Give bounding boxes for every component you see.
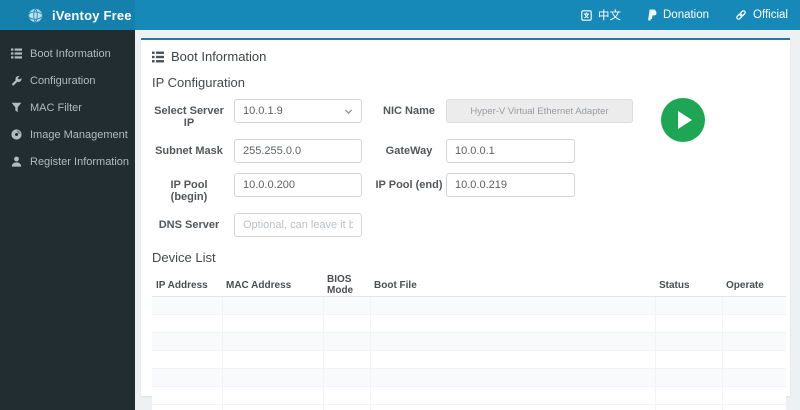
boot-information-card: Boot Information IP Configuration Select… (141, 38, 790, 410)
device-list-title: Device List (152, 250, 216, 265)
sidebar-item-boot-information[interactable]: Boot Information (0, 40, 135, 67)
subnet-mask-label: Subnet Mask (155, 145, 223, 157)
table-row (152, 404, 787, 410)
translate-icon (581, 9, 592, 21)
paypal-icon (648, 9, 657, 21)
ip-pool-end-label: IP Pool (end) (375, 179, 443, 191)
sidebar-label: Image Management (30, 128, 128, 141)
start-button[interactable] (661, 98, 705, 142)
page-title-row: Boot Information (152, 49, 782, 64)
sidebar-label: Configuration (30, 74, 96, 87)
sidebar-label: Boot Information (30, 47, 111, 60)
ip-pool-begin-field[interactable] (234, 173, 362, 197)
ip-pool-end-field[interactable] (446, 173, 575, 197)
gateway-field[interactable] (446, 139, 575, 163)
col-mac-address: MAC Address (222, 274, 323, 297)
filter-icon (10, 101, 23, 114)
brand-title: iVentoy Free (52, 7, 132, 23)
form-row-dns: DNS Server (152, 213, 782, 237)
dns-server-label: DNS Server (158, 219, 220, 231)
sidebar-item-register-information[interactable]: Register Information (0, 148, 135, 175)
official-link[interactable]: Official (735, 9, 788, 21)
table-row (152, 296, 786, 315)
subnet-mask-field[interactable] (234, 139, 362, 163)
col-bios-mode: BIOS Mode (323, 274, 370, 297)
sidebar-nav: Boot Information Configuration MAC Filte… (0, 30, 135, 410)
device-list-table: IP Address MAC Address BIOS Mode Boot Fi… (152, 274, 787, 410)
globe-logo-icon (28, 7, 43, 23)
play-icon (678, 111, 692, 129)
language-label: 中文 (598, 10, 621, 22)
iventoy-app: iVentoy Free 中文 Donation Official Boot I… (0, 0, 800, 410)
donation-link[interactable]: Donation (647, 9, 709, 21)
top-header: iVentoy Free 中文 Donation Official (0, 0, 800, 30)
form-row-mask-gateway: Subnet Mask GateWay (152, 139, 782, 163)
nic-name-label: NIC Name (383, 105, 435, 117)
disc-icon (10, 128, 23, 141)
nic-name-field (446, 99, 633, 123)
wrench-icon (10, 74, 23, 87)
table-row (152, 386, 786, 405)
sidebar-label: MAC Filter (30, 101, 82, 114)
table-header-row: IP Address MAC Address BIOS Mode Boot Fi… (152, 274, 786, 297)
table-row (152, 368, 786, 387)
sidebar-item-mac-filter[interactable]: MAC Filter (0, 94, 135, 121)
table-row (152, 332, 786, 351)
table-row (152, 314, 786, 333)
sidebar-item-configuration[interactable]: Configuration (0, 67, 135, 94)
content-area: Boot Information IP Configuration Select… (135, 30, 800, 410)
page-title: Boot Information (171, 49, 267, 64)
user-icon (10, 155, 23, 168)
dns-server-field[interactable] (234, 213, 362, 237)
col-boot-file: Boot File (370, 274, 655, 297)
server-ip-selected-value: 10.0.1.9 (243, 105, 283, 117)
col-status: Status (655, 274, 722, 297)
boot-list-icon (10, 47, 23, 60)
select-server-ip-label: Select Server IP (154, 105, 224, 129)
col-operate: Operate (722, 274, 786, 297)
sidebar-label: Register Information (30, 155, 130, 168)
device-list-section: Device List IP Address MAC Address BIOS … (152, 250, 787, 410)
col-ip-address: IP Address (152, 274, 222, 297)
donation-label: Donation (663, 9, 710, 21)
sidebar-item-image-management[interactable]: Image Management (0, 121, 135, 148)
brand-area: iVentoy Free (0, 0, 135, 30)
server-ip-select[interactable]: 10.0.1.9 (234, 99, 362, 123)
header-links: 中文 Donation Official (135, 0, 800, 30)
ip-pool-begin-label: IP Pool (begin) (170, 179, 208, 203)
table-row (152, 350, 786, 369)
official-label: Official (753, 9, 788, 21)
gateway-label: GateWay (385, 145, 433, 157)
link-icon (736, 10, 746, 20)
form-row-ip-pool: IP Pool (begin) IP Pool (end) (152, 173, 782, 203)
language-link[interactable]: 中文 (581, 7, 621, 23)
boot-list-icon (152, 51, 164, 62)
ip-configuration-title: IP Configuration (152, 75, 245, 90)
chevron-down-icon (344, 108, 353, 114)
